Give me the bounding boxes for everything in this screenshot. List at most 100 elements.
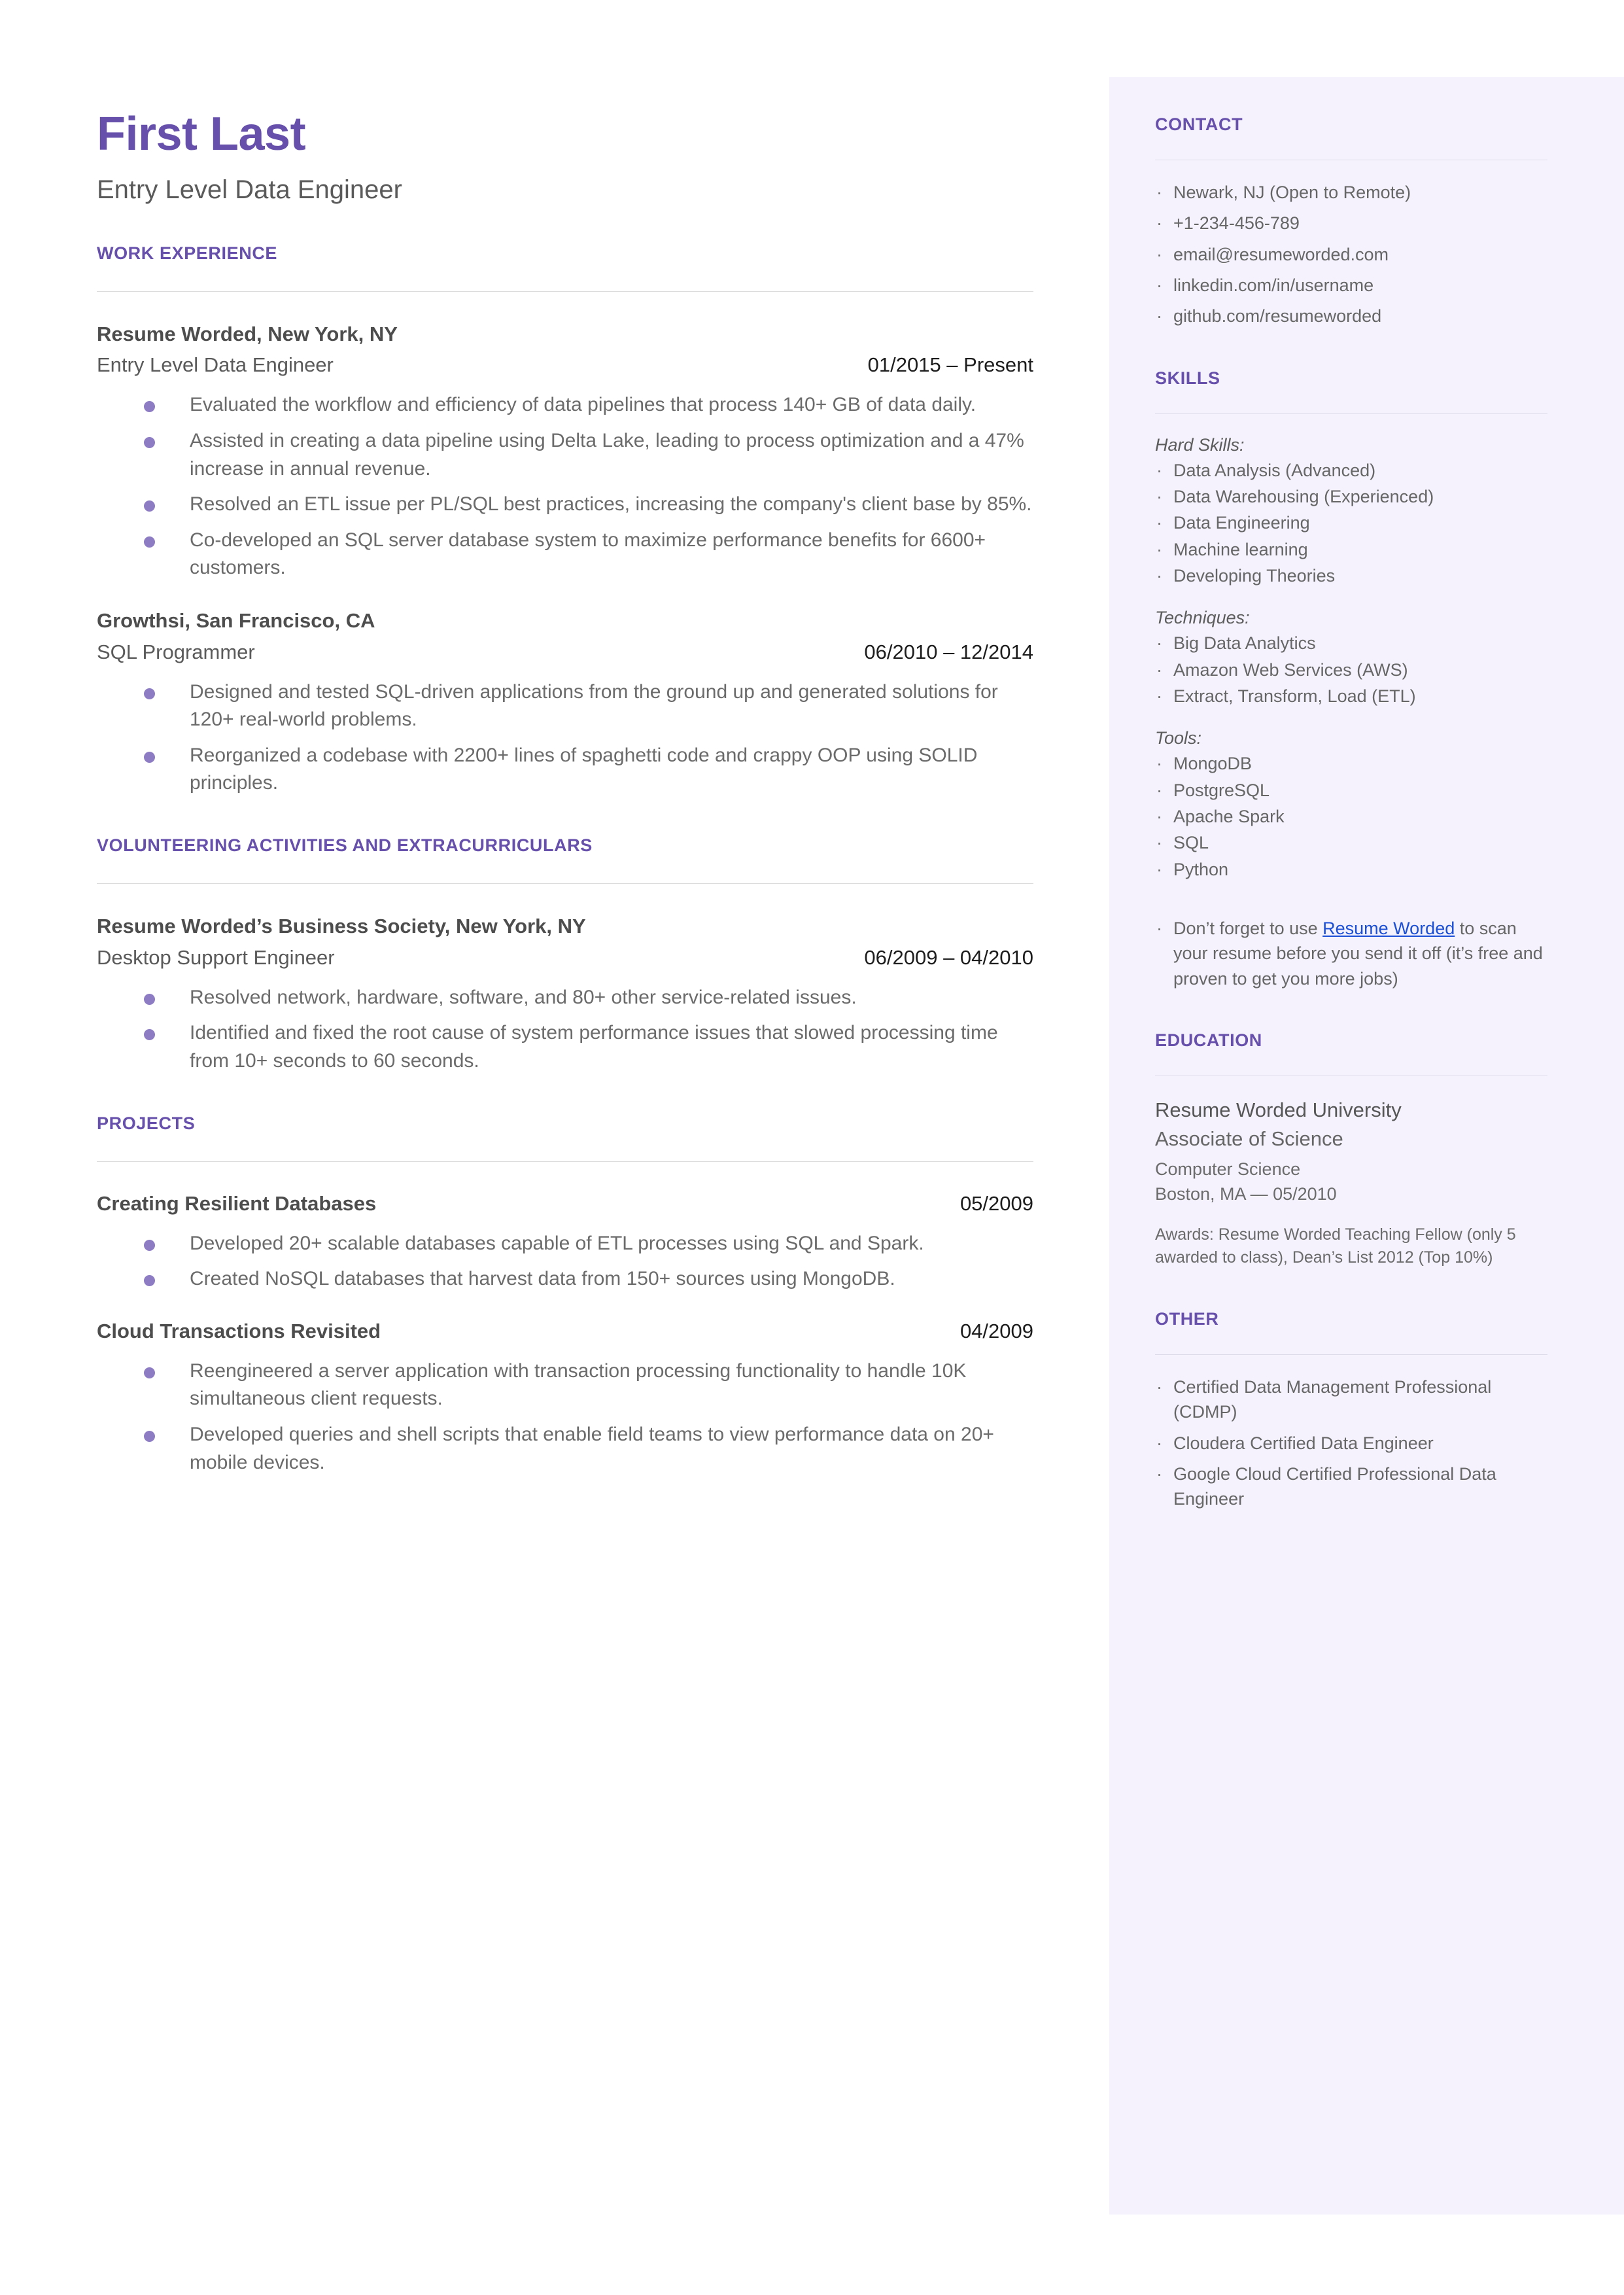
section-projects: PROJECTS Creating Resilient Databases 05… bbox=[97, 1113, 1033, 1477]
project-date: 05/2009 bbox=[959, 1191, 1033, 1215]
skill-text: MongoDB bbox=[1173, 754, 1253, 774]
skills-group-list-tools: · MongoDB · PostgreSQL · Apache Spark · SQL … bbox=[1155, 751, 1547, 882]
bullet-dot-icon bbox=[144, 1029, 155, 1041]
section-divider bbox=[97, 290, 1033, 292]
skill-item: · Data Analysis (Advanced) bbox=[1155, 458, 1547, 483]
contact-item-github[interactable]: · github.com/resumeworded bbox=[1155, 304, 1547, 328]
contact-list: · Newark, NJ (Open to Remote) · +1-234-456… bbox=[1155, 180, 1547, 329]
section-divider bbox=[97, 1161, 1033, 1162]
bullet-text: Co-developed an SQL server database syst… bbox=[190, 529, 986, 579]
bullet-dot-icon: · bbox=[1156, 633, 1162, 654]
bullet-item: Identified and fixed the root cause of s… bbox=[144, 1019, 1033, 1075]
skill-item: · Big Data Analytics bbox=[1155, 631, 1547, 656]
bullet-dot-icon: · bbox=[1156, 754, 1162, 774]
volunteering-entry-meta: Desktop Support Engineer 06/2009 – 04/20… bbox=[97, 946, 1033, 970]
volunteering-entry-date: 06/2009 – 04/2010 bbox=[864, 945, 1033, 969]
skill-text: Machine learning bbox=[1173, 539, 1308, 559]
section-work-experience: WORK EXPERIENCE Resume Worded, New York,… bbox=[97, 243, 1033, 797]
work-entry-role: SQL Programmer bbox=[97, 640, 255, 663]
contact-item-phone[interactable]: · +1-234-456-789 bbox=[1155, 211, 1547, 236]
bullet-dot-icon: · bbox=[1156, 833, 1162, 853]
skills-group-list-techniques: · Big Data Analytics · Amazon Web Services… bbox=[1155, 631, 1547, 709]
bullet-dot-icon: · bbox=[1156, 686, 1162, 706]
bullet-dot-icon: · bbox=[1156, 1376, 1162, 1397]
bullet-item: Co-developed an SQL server database syst… bbox=[144, 527, 1033, 582]
bullet-dot-icon: · bbox=[1156, 806, 1162, 826]
skills-group-label-hard: Hard Skills: bbox=[1155, 434, 1245, 455]
sidebar-section-education: EDUCATION Resume Worded University Assoc… bbox=[1155, 1030, 1547, 1270]
sidebar-divider bbox=[1155, 413, 1547, 414]
bullet-item: Reengineered a server application with t… bbox=[144, 1358, 1033, 1413]
promo-text-before: Don’t forget to use bbox=[1173, 918, 1323, 938]
bullet-dot-icon: · bbox=[1156, 780, 1162, 800]
sidebar-section-contact: CONTACT · Newark, NJ (Open to Remote) · +1… bbox=[1155, 114, 1547, 329]
bullet-dot-icon: · bbox=[1156, 275, 1162, 295]
skill-item: · Extract, Transform, Load (ETL) bbox=[1155, 684, 1547, 709]
contact-item-text: github.com/resumeworded bbox=[1173, 306, 1382, 326]
work-entry-org: Resume Worded, New York, NY bbox=[97, 322, 398, 345]
skill-item: · Data Warehousing (Experienced) bbox=[1155, 484, 1547, 509]
bullet-text: Created NoSQL databases that harvest dat… bbox=[190, 1268, 895, 1290]
sidebar-title-other: OTHER bbox=[1155, 1308, 1219, 1329]
other-item: · Google Cloud Certified Professional Dat… bbox=[1155, 1462, 1547, 1512]
skills-group-list-hard: · Data Analysis (Advanced) · Data Warehous… bbox=[1155, 458, 1547, 589]
project-entry: Creating Resilient Databases 05/2009 Dev… bbox=[97, 1192, 1033, 1293]
bullet-dot-icon: · bbox=[1156, 306, 1162, 326]
bullet-dot-icon: · bbox=[1156, 486, 1162, 506]
bullet-dot-icon: · bbox=[1156, 183, 1162, 202]
candidate-headline: Entry Level Data Engineer bbox=[97, 175, 402, 204]
work-entry-date: 01/2015 – Present bbox=[867, 353, 1033, 377]
skill-text: Developing Theories bbox=[1173, 565, 1336, 586]
skill-text: PostgreSQL bbox=[1173, 780, 1270, 800]
skill-item: · Machine learning bbox=[1155, 537, 1547, 562]
skill-item: · Data Engineering bbox=[1155, 510, 1547, 535]
bullet-dot-icon bbox=[144, 751, 155, 763]
bullet-dot-icon: · bbox=[1156, 1463, 1162, 1484]
sidebar-title-contact: CONTACT bbox=[1155, 114, 1243, 134]
skill-text: Data Warehousing (Experienced) bbox=[1173, 486, 1434, 506]
work-entry: Resume Worded, New York, NY Entry Level … bbox=[97, 322, 1033, 582]
bullet-item: Resolved an ETL issue per PL/SQL best pr… bbox=[144, 491, 1033, 519]
skill-text: Extract, Transform, Load (ETL) bbox=[1173, 686, 1416, 706]
volunteering-entry: Resume Worded’s Business Society, New Yo… bbox=[97, 914, 1033, 1076]
work-entry-role: Entry Level Data Engineer bbox=[97, 353, 334, 377]
other-item-text: Certified Data Management Professional (… bbox=[1173, 1376, 1492, 1422]
other-item-text: Google Cloud Certified Professional Data… bbox=[1173, 1463, 1496, 1509]
contact-item-text: Newark, NJ (Open to Remote) bbox=[1173, 183, 1411, 202]
project-bullets: Developed 20+ scalable databases capable… bbox=[97, 1230, 1033, 1293]
project-entry-header: Creating Resilient Databases 05/2009 bbox=[97, 1192, 1033, 1216]
skill-item: · Amazon Web Services (AWS) bbox=[1155, 657, 1547, 682]
volunteering-entry-org: Resume Worded’s Business Society, New Yo… bbox=[97, 915, 586, 938]
contact-item-location: · Newark, NJ (Open to Remote) bbox=[1155, 180, 1547, 205]
sidebar-divider bbox=[1155, 1354, 1547, 1355]
bullet-dot-icon: · bbox=[1156, 213, 1162, 234]
main-column: First Last Entry Level Data Engineer WOR… bbox=[97, 109, 1033, 1477]
bullet-item: Developed 20+ scalable databases capable… bbox=[144, 1230, 1033, 1258]
skills-group-label-techniques: Techniques: bbox=[1155, 608, 1250, 628]
skills-group-label-tools: Tools: bbox=[1155, 728, 1202, 748]
other-item: · Cloudera Certified Data Engineer bbox=[1155, 1431, 1547, 1456]
resume-worded-link[interactable]: Resume Worded bbox=[1322, 919, 1455, 938]
skill-item: · Developing Theories bbox=[1155, 563, 1547, 588]
bullet-dot-icon: · bbox=[1156, 460, 1162, 480]
other-item-text: Cloudera Certified Data Engineer bbox=[1173, 1433, 1434, 1453]
bullet-dot-icon bbox=[144, 436, 155, 448]
bullet-item: Evaluated the workflow and efficiency of… bbox=[144, 391, 1033, 419]
section-title-work-experience: WORK EXPERIENCE bbox=[97, 243, 278, 263]
bullet-text: Developed queries and shell scripts that… bbox=[190, 1423, 994, 1473]
bullet-dot-icon: · bbox=[1156, 918, 1162, 938]
skill-text: Apache Spark bbox=[1173, 806, 1285, 826]
bullet-dot-icon: · bbox=[1156, 1433, 1162, 1453]
volunteering-entry-bullets: Resolved network, hardware, software, an… bbox=[97, 984, 1033, 1076]
work-entry-date: 06/2010 – 12/2014 bbox=[864, 640, 1033, 663]
project-bullets: Reengineered a server application with t… bbox=[97, 1358, 1033, 1477]
work-entry-org: Growthsi, San Francisco, CA bbox=[97, 608, 375, 632]
work-entry: Growthsi, San Francisco, CA SQL Programm… bbox=[97, 608, 1033, 797]
contact-item-email[interactable]: · email@resumeworded.com bbox=[1155, 242, 1547, 267]
bullet-text: Developed 20+ scalable databases capable… bbox=[190, 1232, 924, 1254]
education-degree: Associate of Science bbox=[1155, 1127, 1343, 1151]
bullet-dot-icon bbox=[144, 1430, 155, 1442]
bullet-dot-icon bbox=[144, 1367, 155, 1378]
bullet-dot-icon: · bbox=[1156, 565, 1162, 586]
contact-item-linkedin[interactable]: · linkedin.com/in/username bbox=[1155, 273, 1547, 298]
